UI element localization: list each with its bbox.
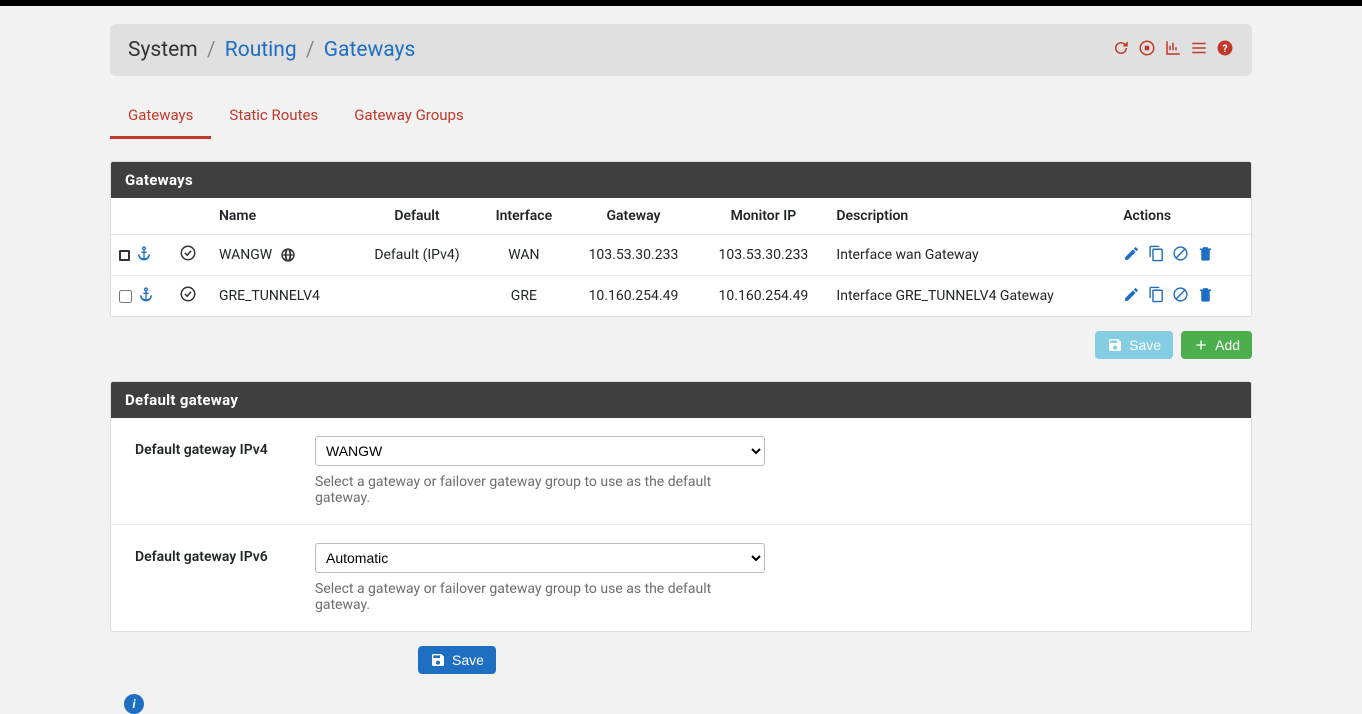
breadcrumb: System / Routing / Gateways — [128, 38, 415, 62]
gateway-monitor: 10.160.254.49 — [698, 276, 828, 317]
gateway-description: Interface GRE_TUNNELV4 Gateway — [828, 276, 1115, 317]
gateway-interface: WAN — [479, 235, 568, 276]
save-default-label: Save — [452, 652, 484, 668]
globe-icon — [276, 247, 296, 263]
disable-icon[interactable] — [1172, 291, 1193, 307]
top-bar — [0, 0, 1362, 6]
col-default: Default — [355, 198, 480, 235]
copy-icon[interactable] — [1148, 291, 1169, 307]
col-name: Name — [211, 198, 355, 235]
table-row: WANGW Default (IPv4) WAN 103.53.30.233 1… — [111, 235, 1251, 276]
col-interface: Interface — [479, 198, 568, 235]
svg-text:?: ? — [1222, 42, 1227, 55]
chart-icon[interactable] — [1164, 39, 1182, 61]
delete-icon[interactable] — [1197, 291, 1218, 307]
breadcrumb-sep: / — [207, 38, 216, 62]
refresh-icon[interactable] — [1112, 39, 1130, 61]
button-row: Save Add — [110, 331, 1252, 359]
table-row: GRE_TUNNELV4 GRE 10.160.254.49 10.160.25… — [111, 276, 1251, 317]
col-description: Description — [828, 198, 1115, 235]
save-button[interactable]: Save — [1095, 331, 1173, 359]
gateway-monitor: 103.53.30.233 — [698, 235, 828, 276]
gateway-name: WANGW — [219, 247, 272, 263]
ipv6-label: Default gateway IPv6 — [135, 543, 315, 565]
save-button-label: Save — [1129, 337, 1161, 353]
tab-gateway-groups[interactable]: Gateway Groups — [336, 94, 482, 139]
gateways-panel: Gateways Name Default Interface Gateway … — [110, 161, 1252, 317]
anchor-icon[interactable] — [136, 245, 152, 265]
add-button[interactable]: Add — [1181, 331, 1252, 359]
gateway-default: Default (IPv4) — [355, 235, 480, 276]
gateway-ip: 103.53.30.233 — [568, 235, 698, 276]
tab-nav: Gateways Static Routes Gateway Groups — [110, 94, 1252, 139]
header-icons: ? — [1112, 39, 1234, 61]
col-gateway: Gateway — [568, 198, 698, 235]
col-actions: Actions — [1115, 198, 1251, 235]
copy-icon[interactable] — [1148, 250, 1169, 266]
edit-icon[interactable] — [1123, 250, 1144, 266]
ipv6-help: Select a gateway or failover gateway gro… — [315, 581, 765, 613]
status-ok-icon — [179, 250, 197, 266]
tab-static-routes[interactable]: Static Routes — [211, 94, 336, 139]
ipv4-select[interactable]: WANGW — [315, 436, 765, 466]
add-button-label: Add — [1215, 337, 1240, 353]
edit-icon[interactable] — [1123, 291, 1144, 307]
list-icon[interactable] — [1190, 39, 1208, 61]
default-gateway-panel: Default gateway Default gateway IPv4 WAN… — [110, 381, 1252, 632]
gateway-name: GRE_TUNNELV4 — [211, 276, 355, 317]
gateways-panel-title: Gateways — [111, 162, 1251, 198]
breadcrumb-routing[interactable]: Routing — [225, 38, 297, 62]
status-ok-icon — [179, 291, 197, 307]
save-default-button[interactable]: Save — [418, 646, 496, 674]
breadcrumb-gateways[interactable]: Gateways — [324, 38, 416, 62]
delete-icon[interactable] — [1197, 250, 1218, 266]
ipv6-select[interactable]: Automatic — [315, 543, 765, 573]
ipv4-label: Default gateway IPv4 — [135, 436, 315, 458]
gateway-default — [355, 276, 480, 317]
info-icon[interactable]: i — [124, 694, 144, 714]
gateway-interface: GRE — [479, 276, 568, 317]
gateway-ip: 10.160.254.49 — [568, 276, 698, 317]
disable-icon[interactable] — [1172, 250, 1193, 266]
col-monitor: Monitor IP — [698, 198, 828, 235]
anchor-icon[interactable] — [138, 286, 154, 306]
help-icon[interactable]: ? — [1216, 39, 1234, 61]
form-row-ipv6: Default gateway IPv6 Automatic Select a … — [111, 525, 1251, 631]
ipv4-help: Select a gateway or failover gateway gro… — [315, 474, 765, 506]
tab-gateways[interactable]: Gateways — [110, 94, 211, 139]
drag-handle-icon[interactable] — [119, 250, 130, 261]
page-header: System / Routing / Gateways ? — [110, 24, 1252, 76]
stop-icon[interactable] — [1138, 39, 1156, 61]
row-checkbox[interactable] — [119, 290, 132, 303]
gateway-description: Interface wan Gateway — [828, 235, 1115, 276]
form-row-ipv4: Default gateway IPv4 WANGW Select a gate… — [111, 418, 1251, 525]
default-gateway-title: Default gateway — [111, 382, 1251, 418]
breadcrumb-root: System — [128, 38, 198, 62]
gateways-table: Name Default Interface Gateway Monitor I… — [111, 198, 1251, 316]
breadcrumb-sep: / — [306, 38, 315, 62]
